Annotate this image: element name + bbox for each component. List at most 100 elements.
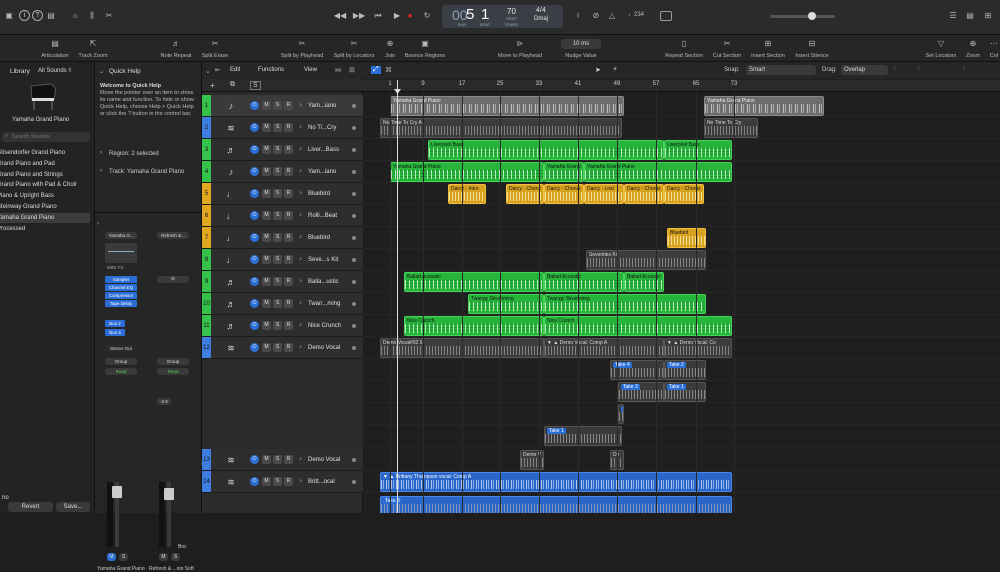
toolbar-col-icon[interactable]: ⋯ (989, 39, 999, 49)
track-name[interactable]: Liver...Bass (308, 139, 348, 161)
record-enable-button[interactable]: R (284, 233, 293, 242)
mute-button[interactable]: M (262, 455, 271, 464)
record-icon[interactable]: ● (403, 9, 417, 23)
master-volume-slider[interactable] (770, 12, 835, 20)
library-item[interactable]: Bösendorfer Grand Piano (0, 148, 90, 158)
track-section[interactable]: Track: Yamaha Grand Piano (109, 169, 184, 175)
input-monitor-icon[interactable]: ♪ (296, 299, 305, 308)
region[interactable]: Yamaha Grand Piano (390, 96, 624, 116)
toolbar-bounce-regions-label[interactable]: Bounce Regions (405, 53, 445, 59)
duplicate-track-icon[interactable]: ⧉ (230, 81, 235, 89)
strip1-output[interactable]: Stereo Out (105, 345, 137, 352)
region[interactable]: Yamaha Grand Piano (584, 162, 732, 182)
strip2-automation[interactable]: Read (157, 368, 189, 375)
toolbar-icon[interactable]: ▤ (45, 10, 57, 21)
strip2-group[interactable]: Group (157, 358, 189, 365)
tuner-icon[interactable]: ♮ (572, 10, 584, 21)
power-button[interactable]: ⏻ (250, 455, 259, 464)
quick-help-icon[interactable]: ? (32, 10, 43, 21)
add-track-icon[interactable]: + (210, 81, 215, 90)
track-header-4[interactable]: 4 ♪ ⏻ M S R ♪ Yam...iano (202, 161, 363, 183)
region[interactable]: Seventies Kit (586, 250, 706, 270)
go-to-start-icon[interactable]: ⏮ (371, 9, 385, 23)
vertical-zoom-icon[interactable]: ⫶ (918, 66, 920, 74)
toolbar-bounce-regions-icon[interactable]: ▣ (420, 39, 430, 49)
track-header-1[interactable]: 1 ♪ ⏻ M S R ♪ Yam...iano (202, 95, 363, 117)
cpu-meter-icon[interactable] (660, 11, 672, 21)
library-item[interactable]: Grand Piano with Pad & Choir (0, 180, 90, 190)
list-editors-icon[interactable]: ☰ (947, 10, 959, 21)
strip2-setting[interactable]: Refresh &... (157, 232, 189, 239)
track-options-icon[interactable] (352, 258, 356, 262)
toolbar-set-locators-label[interactable]: Set Locators (926, 53, 957, 59)
strip1-fader-cap[interactable] (112, 486, 122, 498)
track-header-10[interactable]: 10 ♬ ⏻ M S R ♪ Twan...ming (202, 293, 363, 315)
playhead[interactable] (397, 80, 398, 513)
waveform-zoom-icon[interactable]: ⫶ (894, 66, 896, 74)
toolbar-cut-section-label[interactable]: Cut Section (713, 53, 741, 59)
take-region[interactable]: Take 3 (380, 496, 732, 513)
solo-button[interactable]: S (273, 299, 282, 308)
region[interactable]: Nice Crunch (544, 316, 732, 336)
track-name[interactable]: Seve...s Kit (308, 249, 348, 271)
input-monitor-icon[interactable]: ♪ (296, 233, 305, 242)
track-options-icon[interactable] (352, 480, 356, 484)
region[interactable]: Ballad Acoustic (404, 272, 544, 292)
record-enable-button[interactable]: R (284, 343, 293, 352)
ruler[interactable]: 1 9 17 25 33 41 49 57 65 73 (363, 80, 1000, 92)
mute-button[interactable]: M (262, 123, 271, 132)
record-enable-button[interactable]: R (284, 321, 293, 330)
toolbar-repeat-section-label[interactable]: Repeat Section (665, 53, 703, 59)
strip2-fader-track[interactable] (164, 482, 174, 547)
solo-button[interactable]: S (273, 145, 282, 154)
strip1-setting[interactable]: Yamaha G... (105, 232, 137, 239)
track-name[interactable]: Twan...ming (308, 293, 348, 315)
strip2-solo-button[interactable]: S (171, 553, 180, 561)
toolbar-articulation-label[interactable]: Articulation (41, 53, 68, 59)
link-icon[interactable]: ⊖ (157, 276, 189, 283)
mute-button[interactable]: M (262, 343, 271, 352)
loop-browser-icon[interactable]: ⊞ (982, 10, 994, 21)
track-name[interactable]: Yam...iano (308, 95, 348, 117)
track-name[interactable]: Yam...iano (308, 161, 348, 183)
toolbar-cut-section-icon[interactable]: ✂ (722, 39, 732, 49)
strip1-send-bus3[interactable]: Bus 3 (105, 329, 125, 336)
take-region[interactable]: Take 1 (544, 426, 622, 446)
strip1-plugin-tape-delay[interactable]: Tape Delay (105, 300, 137, 307)
power-button[interactable]: ⏻ (250, 101, 259, 110)
region[interactable]: No Time To Cry (704, 118, 758, 138)
strip1-send-bus2[interactable]: Bus 2 (105, 320, 125, 327)
functions-menu[interactable]: Functions (258, 67, 284, 73)
region[interactable]: Darcy - Lost (584, 184, 624, 204)
track-options-icon[interactable] (352, 458, 356, 462)
pointer-tool-icon[interactable]: ➤ (595, 66, 601, 74)
track-header-5[interactable]: 5 ♩ ⏻ M S R ♪ Bluebird (202, 183, 363, 205)
lcd-display[interactable]: 00 5 1 BAR BEAT 70 KEEP TEMPO 4/4 Dmaj (442, 5, 563, 28)
input-monitor-icon[interactable]: ♪ (296, 255, 305, 264)
catch-icon[interactable]: ⊞ (349, 66, 355, 74)
toolbar-repeat-section-icon[interactable]: ▯ (679, 39, 689, 49)
global-solo-icon[interactable]: S (250, 81, 261, 90)
mute-button[interactable]: M (262, 255, 271, 264)
input-monitor-icon[interactable]: ♪ (296, 211, 305, 220)
track-name[interactable]: Demo Vocal (308, 337, 348, 359)
power-button[interactable]: ⏻ (250, 321, 259, 330)
region[interactable]: Liverpool Bass (428, 140, 664, 160)
toolbar-articulation-icon[interactable]: ▤ (50, 39, 60, 49)
input-monitor-icon[interactable]: ♪ (296, 277, 305, 286)
library-icon[interactable]: ▣ (3, 10, 15, 21)
solo-button[interactable]: S (273, 101, 282, 110)
library-item[interactable]: Piano & Upright Bass (0, 191, 90, 201)
strip1-plugin-compressor[interactable]: Compressor (105, 292, 137, 299)
track-options-icon[interactable] (352, 346, 356, 350)
track-name[interactable]: Bluebird (308, 183, 348, 205)
input-monitor-icon[interactable]: ♪ (296, 167, 305, 176)
toolbar-join-label[interactable]: Join (385, 53, 395, 59)
mute-button[interactable]: M (262, 277, 271, 286)
metronome-icon[interactable]: △ (606, 10, 618, 21)
region[interactable]: Yamaha Grand Piano (704, 96, 824, 116)
input-monitor-icon[interactable]: ♪ (296, 321, 305, 330)
track-header-9[interactable]: 9 ♬ ⏻ M S R ♪ Balla...ustic (202, 271, 363, 293)
library-item[interactable]: Grand Piano and Strings (0, 170, 90, 180)
track-options-icon[interactable] (352, 126, 356, 130)
